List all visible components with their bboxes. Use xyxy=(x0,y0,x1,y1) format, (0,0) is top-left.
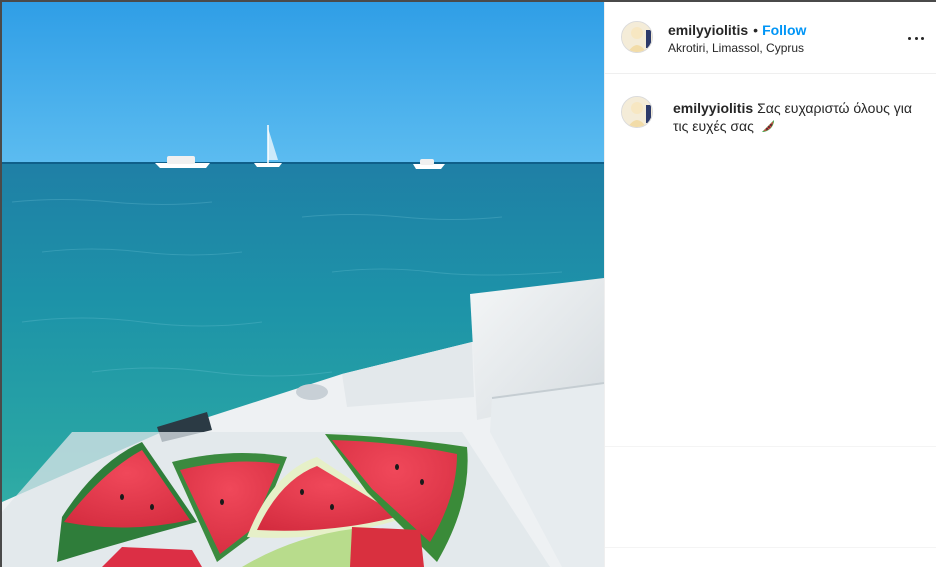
avatar[interactable] xyxy=(621,96,653,128)
follow-button[interactable]: Follow xyxy=(762,22,806,38)
avatar[interactable] xyxy=(621,21,653,53)
separator-dot: • xyxy=(753,22,759,38)
caption-comment: emilyyiolitis Σας ευχαριστώ όλους για τις… xyxy=(605,74,936,138)
post-photo[interactable] xyxy=(2,2,604,567)
caption-text-block: emilyyiolitis Σας ευχαριστώ όλους για τις… xyxy=(673,96,923,138)
more-options-icon[interactable] xyxy=(908,30,924,46)
username-link[interactable]: emilyyiolitis xyxy=(668,22,748,38)
divider xyxy=(605,446,936,447)
post-header: emilyyiolitis • Follow Akrotiri, Limassol,… xyxy=(605,2,936,74)
caption-username[interactable]: emilyyiolitis xyxy=(673,100,753,116)
divider xyxy=(605,547,936,548)
post-side-panel: emilyyiolitis • Follow Akrotiri, Limassol,… xyxy=(604,2,936,567)
post-user-line: emilyyiolitis • Follow xyxy=(668,21,806,39)
watermelon-icon xyxy=(760,118,776,138)
post-dialog: emilyyiolitis • Follow Akrotiri, Limassol,… xyxy=(2,2,936,567)
post-photo-image xyxy=(2,2,604,567)
location-link[interactable]: Akrotiri, Limassol, Cyprus xyxy=(668,41,804,55)
